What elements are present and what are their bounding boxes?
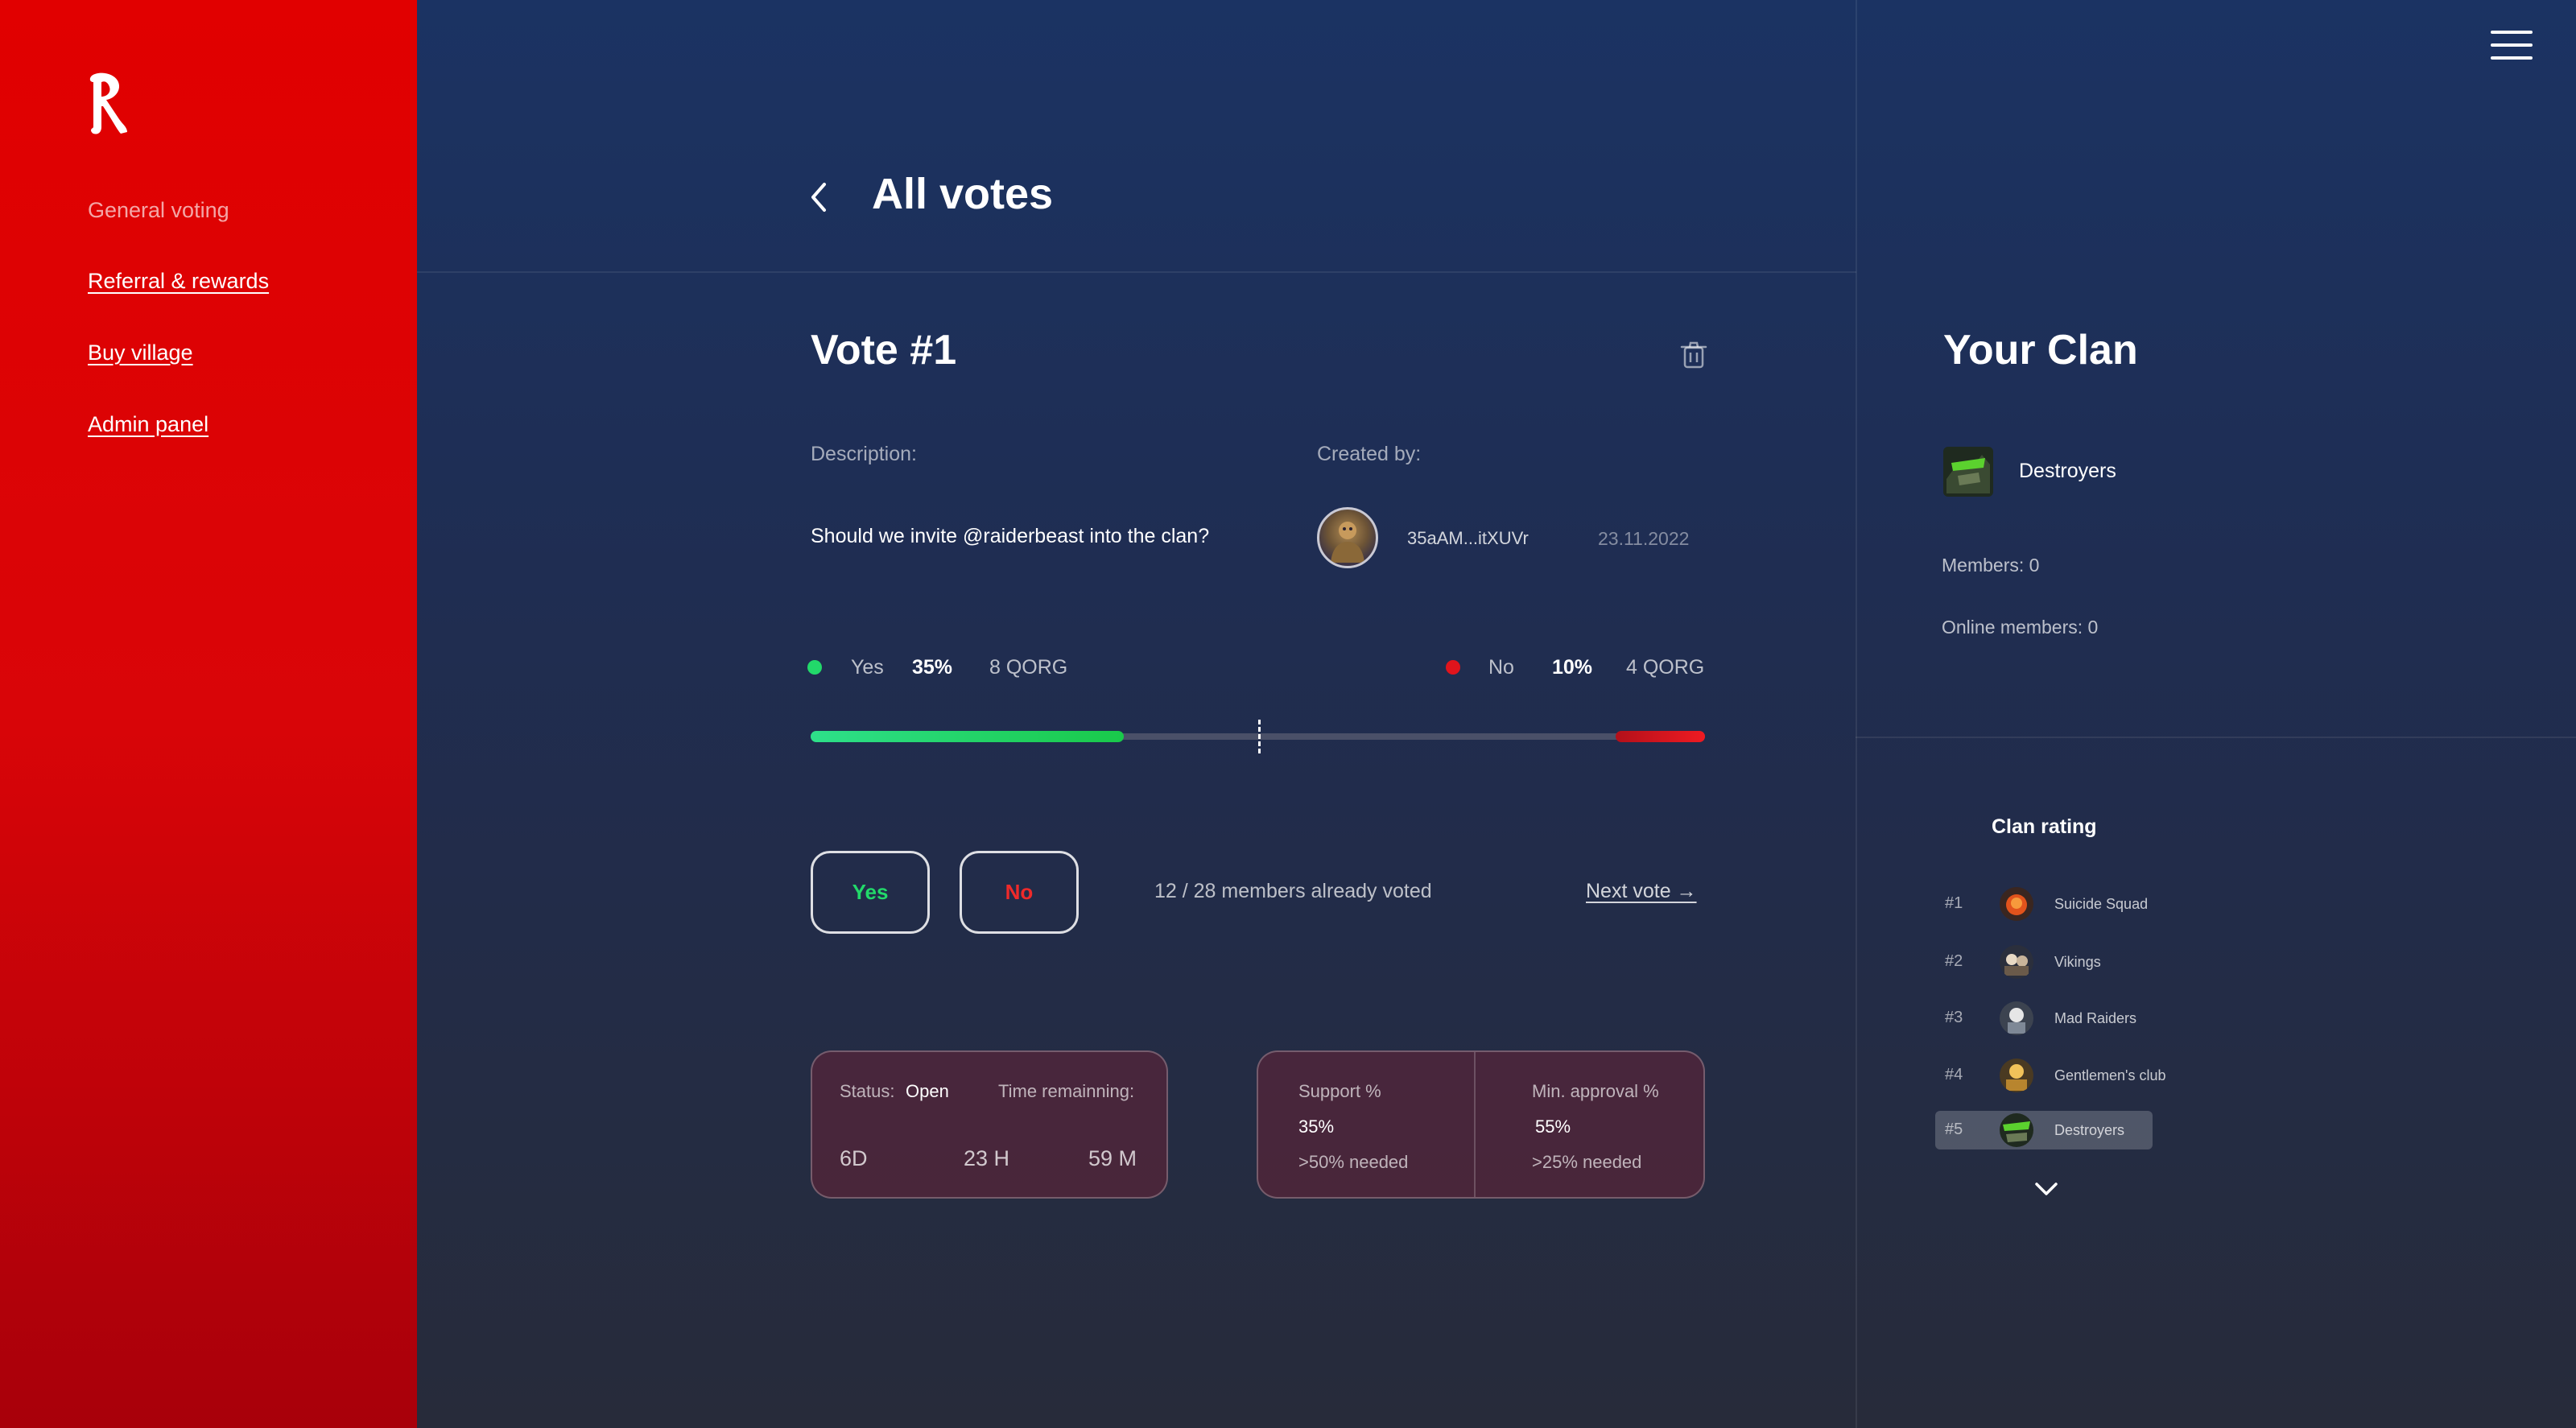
- back-button[interactable]: [802, 177, 834, 217]
- yes-amount: 8 QORG: [989, 656, 1068, 679]
- menu-icon: [2491, 31, 2533, 60]
- clan-online-members: Online members: 0: [1942, 617, 2099, 638]
- header-divider: [417, 271, 1856, 273]
- yes-label: Yes: [851, 656, 884, 679]
- yes-progress-fill: [811, 731, 1124, 742]
- time-hours: 23 H: [964, 1146, 1010, 1170]
- support-value: 35%: [1298, 1116, 1335, 1137]
- created-by-label: Created by:: [1317, 443, 1422, 465]
- rating-clan-name: Vikings: [2054, 954, 2101, 970]
- rating-clan-name: Suicide Squad: [2054, 896, 2149, 912]
- rating-clan-name: Destroyers: [2054, 1122, 2125, 1138]
- clan-avatar[interactable]: [1943, 447, 1993, 497]
- min-approval-value: 55%: [1535, 1116, 1571, 1137]
- trash-icon: [1680, 341, 1707, 369]
- next-vote-link[interactable]: Next vote →: [1586, 880, 1697, 903]
- clan-avatar-icon: [2000, 1001, 2033, 1035]
- clan-rating-row[interactable]: #4 Gentlemen's club: [1935, 1056, 2166, 1095]
- menu-button[interactable]: [2491, 31, 2533, 61]
- yes-dot: [807, 660, 822, 675]
- no-dot: [1446, 660, 1460, 675]
- approval-card: Support % 35% >50% needed Min. approval …: [1257, 1050, 1705, 1199]
- clan-rating-row[interactable]: #2 Vikings: [1935, 943, 2153, 981]
- creator-avatar[interactable]: [1317, 507, 1378, 568]
- rating-rank: #5: [1945, 1121, 1963, 1138]
- rating-clan-name: Mad Raiders: [2054, 1010, 2137, 1026]
- status-value: Open: [906, 1081, 949, 1101]
- status-label: Status:: [840, 1081, 895, 1101]
- creator-address[interactable]: 35aAM...itXUVr: [1407, 528, 1529, 549]
- min-approval-needed: >25% needed: [1532, 1152, 1642, 1172]
- yes-percent: 35%: [912, 656, 953, 679]
- support-needed: >50% needed: [1298, 1152, 1409, 1172]
- clan-members: Members: 0: [1942, 555, 2040, 576]
- sidebar-item-admin-panel[interactable]: Admin panel: [88, 412, 208, 437]
- vote-progress-bar: [811, 720, 1705, 753]
- rating-rank: #2: [1945, 952, 1963, 970]
- sidebar: General voting Referral & rewards Buy vi…: [0, 0, 417, 1428]
- sidebar-item-buy-village[interactable]: Buy village: [88, 340, 193, 365]
- chevron-down-icon: [2035, 1182, 2058, 1195]
- clan-avatar-icon: [2000, 1113, 2033, 1147]
- vote-title: Vote #1: [811, 327, 957, 374]
- time-minutes: 59 M: [1088, 1146, 1137, 1170]
- clan-title: Your Clan: [1943, 327, 2138, 374]
- no-amount: 4 QORG: [1626, 656, 1705, 679]
- sidebar-item-referral-rewards[interactable]: Referral & rewards: [88, 269, 269, 294]
- threshold-marker: [1258, 720, 1261, 753]
- clan-avatar-icon: [2000, 887, 2033, 921]
- voted-count: 12 / 28 members already voted: [1154, 880, 1432, 902]
- clan-avatar-icon: [2000, 945, 2033, 979]
- rating-rank: #4: [1945, 1066, 1963, 1083]
- page-title: All votes: [872, 170, 1054, 218]
- clan-rating-row-current[interactable]: #5 Destroyers: [1935, 1111, 2153, 1149]
- vote-no-button[interactable]: No: [960, 851, 1079, 934]
- time-days: 6D: [840, 1146, 868, 1170]
- clan-rating-title: Clan rating: [1992, 815, 2097, 838]
- clan-name: Destroyers: [2019, 460, 2116, 482]
- no-progress-fill: [1616, 731, 1705, 742]
- no-percent: 10%: [1552, 656, 1593, 679]
- rating-clan-name: Gentlemen's club: [2054, 1067, 2166, 1083]
- time-remaining-label: Time remainning:: [998, 1081, 1135, 1101]
- clan-rating-row[interactable]: #1 Suicide Squad: [1935, 885, 2153, 923]
- clan-avatar-icon: [2000, 1059, 2033, 1092]
- vote-yes-button[interactable]: Yes: [811, 851, 930, 934]
- no-label: No: [1488, 656, 1514, 679]
- min-approval-label: Min. approval %: [1532, 1081, 1659, 1101]
- expand-rating-button[interactable]: [2033, 1179, 2059, 1199]
- clan-rating-row[interactable]: #3 Mad Raiders: [1935, 999, 2153, 1038]
- card-divider: [1474, 1052, 1476, 1197]
- delete-vote-button[interactable]: [1678, 338, 1710, 370]
- right-panel-divider: [1856, 737, 2576, 738]
- support-label: Support %: [1298, 1081, 1381, 1101]
- logo-icon[interactable]: [84, 71, 129, 138]
- panel-divider: [1856, 0, 1857, 1428]
- vote-description: Should we invite @raiderbeast into the c…: [811, 525, 1210, 547]
- status-card: Status: Open Time remainning: 6D 23 H 59…: [811, 1050, 1168, 1199]
- rating-rank: #1: [1945, 894, 1963, 912]
- created-date: 23.11.2022: [1598, 528, 1690, 549]
- description-label: Description:: [811, 443, 917, 465]
- rating-rank: #3: [1945, 1009, 1963, 1026]
- back-arrow-icon: [811, 183, 826, 212]
- sidebar-item-general-voting[interactable]: General voting: [88, 198, 229, 223]
